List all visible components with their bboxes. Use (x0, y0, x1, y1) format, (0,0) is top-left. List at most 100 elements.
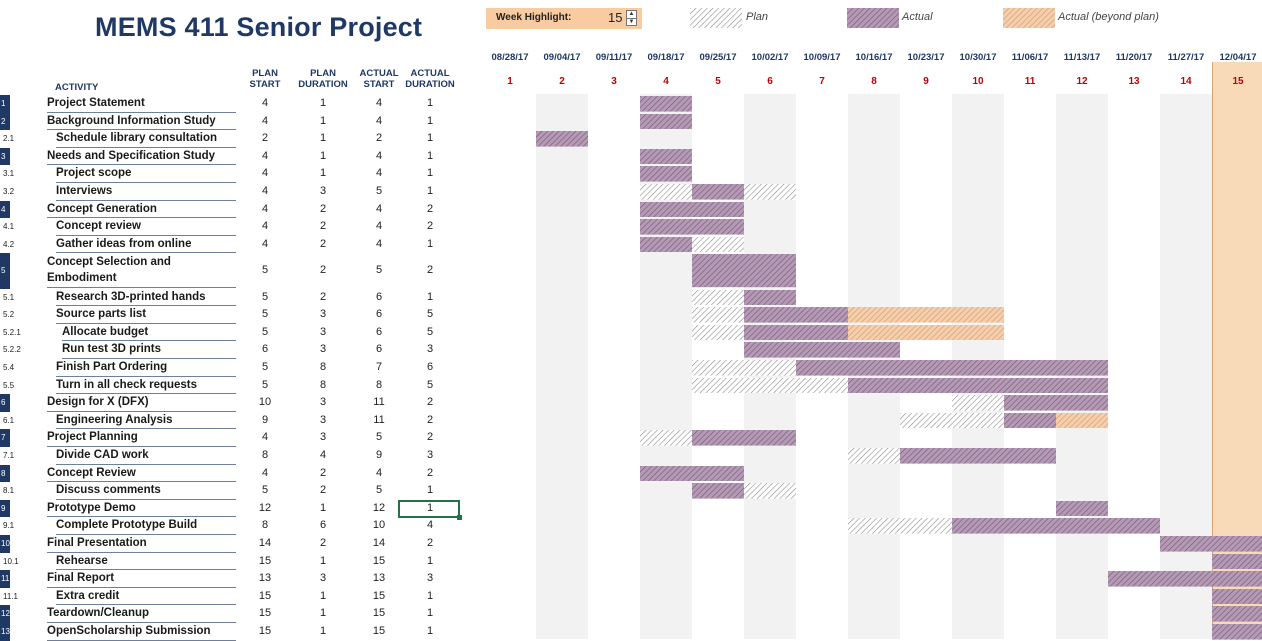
activity-name[interactable]: Engineering Analysis (56, 412, 236, 430)
plan-duration-cell[interactable]: 1 (294, 553, 352, 571)
plan-start-cell[interactable]: 5 (236, 253, 294, 288)
actual-start-cell[interactable]: 5 (350, 183, 408, 201)
actual-duration-cell[interactable]: 3 (401, 570, 459, 588)
plan-duration-cell[interactable]: 8 (294, 377, 352, 395)
plan-start-cell[interactable]: 13 (236, 570, 294, 588)
actual-duration-cell[interactable]: 3 (401, 447, 459, 465)
plan-duration-cell[interactable]: 4 (294, 447, 352, 465)
actual-start-cell[interactable]: 11 (350, 412, 408, 430)
actual-start-cell[interactable]: 14 (350, 535, 408, 553)
actual-start-cell[interactable]: 4 (350, 201, 408, 219)
actual-start-cell[interactable]: 6 (350, 324, 408, 342)
actual-start-cell[interactable]: 2 (350, 130, 408, 148)
activity-name[interactable]: Finish Part Ordering (56, 359, 236, 377)
actual-duration-cell[interactable]: 4 (401, 517, 459, 535)
actual-duration-cell[interactable]: 1 (401, 95, 459, 113)
plan-duration-cell[interactable]: 3 (294, 341, 352, 359)
plan-duration-cell[interactable]: 1 (294, 113, 352, 131)
actual-duration-cell[interactable]: 1 (401, 588, 459, 606)
plan-start-cell[interactable]: 6 (236, 341, 294, 359)
activity-name[interactable]: Concept Generation (47, 201, 236, 219)
plan-duration-cell[interactable]: 3 (294, 324, 352, 342)
actual-start-cell[interactable]: 11 (350, 394, 408, 412)
week-spinner[interactable]: ▲ ▼ (626, 10, 637, 26)
plan-start-cell[interactable]: 12 (236, 500, 294, 518)
actual-duration-cell[interactable]: 2 (401, 429, 459, 447)
actual-duration-cell[interactable]: 1 (401, 553, 459, 571)
activity-name[interactable]: Concept review (56, 218, 236, 236)
plan-duration-cell[interactable]: 1 (294, 165, 352, 183)
plan-duration-cell[interactable]: 3 (294, 183, 352, 201)
actual-duration-cell[interactable]: 1 (401, 605, 459, 623)
activity-name[interactable]: Background Information Study (47, 113, 236, 131)
actual-duration-cell[interactable]: 2 (401, 201, 459, 219)
activity-name[interactable]: Gather ideas from online (56, 236, 236, 254)
activity-name[interactable]: Research 3D-printed hands (56, 289, 236, 307)
plan-start-cell[interactable]: 4 (236, 218, 294, 236)
plan-start-cell[interactable]: 5 (236, 359, 294, 377)
actual-start-cell[interactable]: 5 (350, 253, 408, 288)
actual-start-cell[interactable]: 4 (350, 218, 408, 236)
activity-name[interactable]: Prototype Demo (47, 500, 236, 518)
actual-start-cell[interactable]: 5 (350, 482, 408, 500)
plan-duration-cell[interactable]: 2 (294, 253, 352, 288)
activity-name[interactable]: Concept Selection and Embodiment (47, 253, 236, 288)
plan-start-cell[interactable]: 4 (236, 183, 294, 201)
actual-start-cell[interactable]: 15 (350, 623, 408, 641)
plan-duration-cell[interactable]: 1 (294, 148, 352, 166)
activity-name[interactable]: Needs and Specification Study (47, 148, 236, 166)
plan-start-cell[interactable]: 5 (236, 306, 294, 324)
plan-start-cell[interactable]: 5 (236, 324, 294, 342)
actual-duration-cell[interactable]: 1 (401, 113, 459, 131)
plan-start-cell[interactable]: 4 (236, 113, 294, 131)
actual-duration-cell[interactable]: 1 (401, 289, 459, 307)
plan-start-cell[interactable]: 5 (236, 289, 294, 307)
actual-start-cell[interactable]: 10 (350, 517, 408, 535)
activity-name[interactable]: Project scope (56, 165, 236, 183)
selected-cell[interactable] (398, 499, 462, 520)
plan-start-cell[interactable]: 4 (236, 429, 294, 447)
actual-start-cell[interactable]: 6 (350, 341, 408, 359)
plan-start-cell[interactable]: 15 (236, 588, 294, 606)
actual-start-cell[interactable]: 4 (350, 95, 408, 113)
actual-start-cell[interactable]: 15 (350, 605, 408, 623)
actual-start-cell[interactable]: 8 (350, 377, 408, 395)
actual-duration-cell[interactable]: 1 (401, 130, 459, 148)
activity-name[interactable]: Turn in all check requests (56, 377, 236, 395)
activity-name[interactable]: Concept Review (47, 465, 236, 483)
actual-duration-cell[interactable]: 5 (401, 377, 459, 395)
actual-start-cell[interactable]: 15 (350, 588, 408, 606)
actual-duration-cell[interactable]: 1 (401, 236, 459, 254)
plan-start-cell[interactable]: 4 (236, 165, 294, 183)
activity-name[interactable]: Run test 3D prints (62, 341, 236, 359)
actual-duration-cell[interactable]: 1 (401, 148, 459, 166)
actual-start-cell[interactable]: 4 (350, 165, 408, 183)
actual-duration-cell[interactable]: 2 (401, 465, 459, 483)
actual-start-cell[interactable]: 4 (350, 148, 408, 166)
plan-start-cell[interactable]: 10 (236, 394, 294, 412)
plan-start-cell[interactable]: 4 (236, 95, 294, 113)
activity-name[interactable]: Interviews (56, 183, 236, 201)
actual-duration-cell[interactable]: 2 (401, 535, 459, 553)
plan-duration-cell[interactable]: 2 (294, 535, 352, 553)
activity-name[interactable]: Design for X (DFX) (47, 394, 236, 412)
actual-duration-cell[interactable]: 5 (401, 306, 459, 324)
activity-name[interactable]: Schedule library consultation (56, 130, 236, 148)
plan-duration-cell[interactable]: 3 (294, 306, 352, 324)
actual-duration-cell[interactable]: 1 (401, 482, 459, 500)
actual-start-cell[interactable]: 4 (350, 465, 408, 483)
plan-duration-cell[interactable]: 3 (294, 429, 352, 447)
actual-start-cell[interactable]: 7 (350, 359, 408, 377)
actual-duration-cell[interactable]: 1 (401, 623, 459, 641)
week-highlight-value[interactable]: 15 (608, 10, 622, 25)
plan-start-cell[interactable]: 4 (236, 148, 294, 166)
actual-duration-cell[interactable]: 3 (401, 341, 459, 359)
actual-start-cell[interactable]: 9 (350, 447, 408, 465)
plan-duration-cell[interactable]: 1 (294, 95, 352, 113)
plan-start-cell[interactable]: 8 (236, 517, 294, 535)
plan-start-cell[interactable]: 15 (236, 605, 294, 623)
actual-duration-cell[interactable]: 1 (401, 165, 459, 183)
plan-duration-cell[interactable]: 8 (294, 359, 352, 377)
actual-start-cell[interactable]: 4 (350, 236, 408, 254)
plan-duration-cell[interactable]: 1 (294, 623, 352, 641)
